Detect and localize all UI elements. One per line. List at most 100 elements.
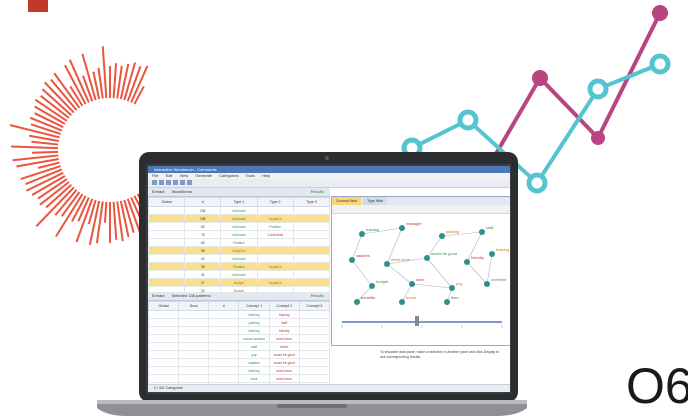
table-row[interactable]: parking staff xyxy=(148,318,331,327)
table-row[interactable]: training need more xyxy=(148,366,331,375)
toolbar-icon[interactable] xyxy=(180,180,185,186)
tab-concept-web[interactable]: Concept Web xyxy=(332,197,362,205)
menu-file[interactable]: File xyxy=(152,173,158,178)
table-row[interactable]: training friendly xyxy=(148,326,331,335)
table-row[interactable]: 234 Unknown xyxy=(148,206,331,215)
table-row[interactable]: 60 Positive xyxy=(148,238,331,247)
graph-tabs: Concept Web Type Web xyxy=(332,197,510,205)
table-row[interactable]: course session need more xyxy=(148,334,331,343)
column-header[interactable]: Concept 3 xyxy=(298,301,331,311)
graph-node[interactable] xyxy=(399,299,405,305)
table-row[interactable]: training helping xyxy=(148,310,331,319)
table-row[interactable]: 38 Positive Negative xyxy=(148,262,331,271)
menu-help[interactable]: Help xyxy=(262,173,270,178)
graph-edge xyxy=(426,257,453,289)
column-header[interactable]: # xyxy=(208,301,240,311)
table-cell xyxy=(148,246,186,255)
selection-field[interactable]: Selected 136 patterns xyxy=(172,293,211,298)
sunburst-ray xyxy=(32,150,59,154)
table-cell xyxy=(178,326,210,335)
slider-track[interactable] xyxy=(332,311,509,333)
table-cell: friendly xyxy=(268,326,300,335)
column-header[interactable]: Global xyxy=(148,197,186,207)
table-cell xyxy=(178,334,210,343)
table-row[interactable]: paywould be good xyxy=(148,350,331,359)
table-cell: need more xyxy=(268,374,300,383)
graph-node[interactable] xyxy=(369,283,375,289)
table-cell xyxy=(298,334,331,343)
graph-node[interactable] xyxy=(464,259,470,265)
graph-node[interactable] xyxy=(484,281,490,287)
column-header[interactable]: Concept 1 xyxy=(238,301,270,311)
table-cell: 31 xyxy=(184,270,222,279)
table-cell xyxy=(148,342,180,351)
column-header[interactable]: Type 3 xyxy=(292,197,331,207)
menu-generate[interactable]: Generate xyxy=(195,173,212,178)
extract-button[interactable]: Extract xyxy=(152,293,164,298)
toolbar-icon[interactable] xyxy=(173,180,178,186)
slider-handle[interactable] xyxy=(415,316,419,326)
table-row[interactable]: 42 Unknown xyxy=(148,254,331,263)
table-cell xyxy=(178,350,210,359)
column-header[interactable]: Concept 2 xyxy=(268,301,300,311)
table-cell xyxy=(178,366,210,375)
table-row[interactable]: staff friend xyxy=(148,342,331,351)
table-cell xyxy=(292,238,331,247)
graph-node[interactable] xyxy=(449,285,455,291)
graph-node[interactable] xyxy=(479,229,485,235)
menu-categories[interactable]: Categories xyxy=(219,173,238,178)
table-cell: Negative xyxy=(256,214,294,223)
table-cell: 60 xyxy=(184,238,222,247)
column-header[interactable]: Docs xyxy=(178,301,210,311)
graph-node[interactable] xyxy=(489,251,495,257)
hint-text: To visualize data pane, make a selection… xyxy=(380,350,500,359)
table-cell xyxy=(148,326,180,335)
filter-field[interactable]: Word/Items xyxy=(172,189,192,194)
menu-tools[interactable]: Tools xyxy=(246,173,255,178)
table-cell xyxy=(208,342,240,351)
toolbar-icon[interactable] xyxy=(166,180,171,186)
results-button[interactable]: Results xyxy=(311,292,324,300)
status-bar: 0 / 421 Categories xyxy=(148,384,510,392)
graph-node-label: need more xyxy=(391,257,411,262)
table-row[interactable]: 198 Unknown Negative xyxy=(148,214,331,223)
graph-node[interactable] xyxy=(359,231,365,237)
menu-edit[interactable]: Edit xyxy=(166,173,173,178)
results-button[interactable]: Results xyxy=(311,188,324,196)
table-row[interactable]: work need more xyxy=(148,374,331,383)
graph-node[interactable] xyxy=(409,281,415,287)
extract-button[interactable]: Extract xyxy=(152,189,164,194)
column-header[interactable]: Global xyxy=(148,301,180,311)
graph-node-label: helping xyxy=(496,247,509,252)
graph-node[interactable] xyxy=(384,261,390,267)
table-cell: helping xyxy=(268,310,300,319)
toolbar-icon[interactable] xyxy=(152,180,157,186)
table-cell: training xyxy=(238,326,270,335)
table-row[interactable]: 55 Negative xyxy=(148,246,331,255)
graph-node[interactable] xyxy=(439,233,445,239)
menu-view[interactable]: View xyxy=(180,173,189,178)
table-row[interactable]: 92 Unknown Positive xyxy=(148,222,331,231)
table-row[interactable]: 27 Budget Negative xyxy=(148,278,331,287)
sunburst-ray xyxy=(112,63,118,99)
column-header[interactable]: Type 2 xyxy=(256,197,294,207)
table-cell: 27 xyxy=(184,278,222,287)
table-row[interactable]: 75 Unknown Contextual xyxy=(148,230,331,239)
graph-node[interactable] xyxy=(354,299,360,305)
column-header[interactable]: Type 1 xyxy=(220,197,258,207)
concept-graph[interactable]: training manager parking staff salaries need … xyxy=(332,214,509,310)
table-cell xyxy=(292,254,331,263)
column-header[interactable]: # xyxy=(184,197,222,207)
table-row[interactable]: 31 Unknown xyxy=(148,270,331,279)
graph-node[interactable] xyxy=(399,225,405,231)
graph-node[interactable] xyxy=(349,257,355,263)
table-cell: work xyxy=(238,374,270,383)
table-row[interactable]: salaries would be good xyxy=(148,358,331,367)
graph-node[interactable] xyxy=(424,255,430,261)
tab-type-web[interactable]: Type Web xyxy=(363,197,387,205)
toolbar-icon[interactable] xyxy=(159,180,164,186)
toolbar-icon[interactable] xyxy=(187,180,192,186)
graph-node-label: hours xyxy=(406,295,416,300)
table-cell: course session xyxy=(238,334,270,343)
graph-node[interactable] xyxy=(444,299,450,305)
